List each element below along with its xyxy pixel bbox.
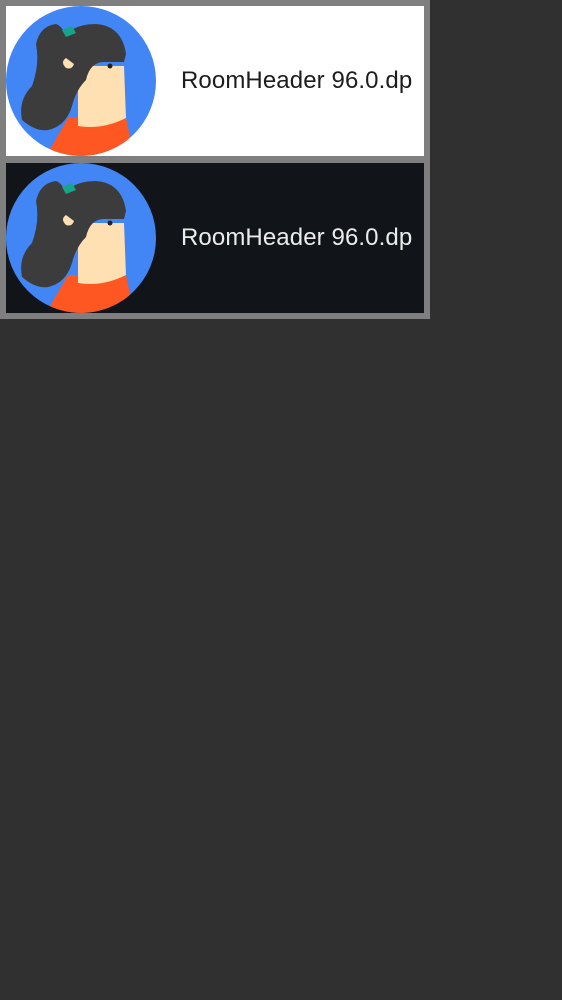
room-header-label: RoomHeader 96.0.dp [181, 224, 413, 251]
preview-frame: RoomHeader 96.0.dp RoomHeader 96.0.dp [0, 0, 430, 319]
room-header-label: RoomHeader 96.0.dp [181, 67, 413, 94]
person-avatar-icon [6, 6, 156, 156]
person-avatar-icon [6, 163, 156, 313]
room-header-light: RoomHeader 96.0.dp [6, 6, 424, 156]
room-header-dark: RoomHeader 96.0.dp [6, 163, 424, 313]
